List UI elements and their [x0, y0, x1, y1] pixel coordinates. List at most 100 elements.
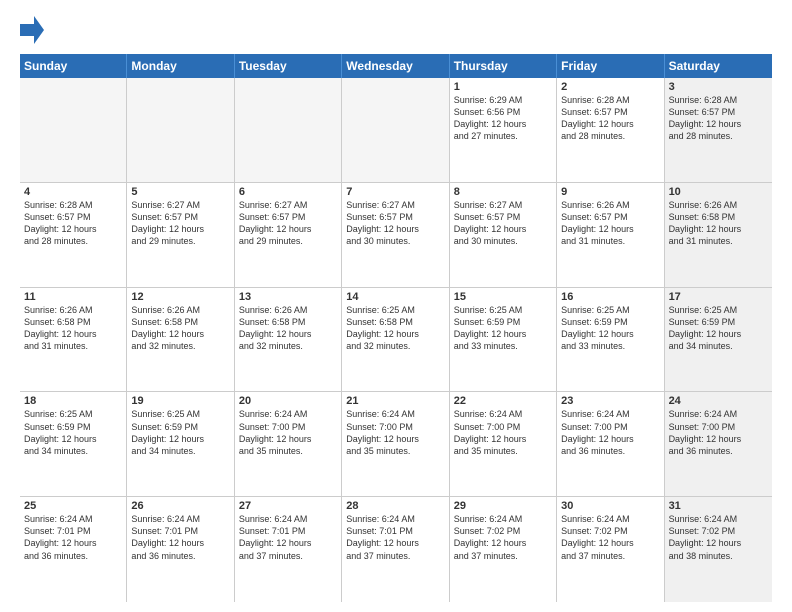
cell-content: Sunrise: 6:25 AM Sunset: 6:59 PM Dayligh…	[24, 408, 122, 457]
day-number: 26	[131, 500, 229, 512]
calendar-cell: 2Sunrise: 6:28 AM Sunset: 6:57 PM Daylig…	[557, 78, 664, 182]
calendar-cell: 9Sunrise: 6:26 AM Sunset: 6:57 PM Daylig…	[557, 183, 664, 287]
cell-content: Sunrise: 6:25 AM Sunset: 6:59 PM Dayligh…	[561, 304, 659, 353]
day-number: 5	[131, 186, 229, 198]
cell-content: Sunrise: 6:28 AM Sunset: 6:57 PM Dayligh…	[669, 94, 768, 143]
calendar-cell: 11Sunrise: 6:26 AM Sunset: 6:58 PM Dayli…	[20, 288, 127, 392]
cell-content: Sunrise: 6:27 AM Sunset: 6:57 PM Dayligh…	[454, 199, 552, 248]
calendar-cell: 30Sunrise: 6:24 AM Sunset: 7:02 PM Dayli…	[557, 497, 664, 602]
page: SundayMondayTuesdayWednesdayThursdayFrid…	[0, 0, 792, 612]
day-number: 10	[669, 186, 768, 198]
header-day-monday: Monday	[127, 54, 234, 78]
day-number: 13	[239, 291, 337, 303]
calendar-row: 25Sunrise: 6:24 AM Sunset: 7:01 PM Dayli…	[20, 497, 772, 602]
cell-content: Sunrise: 6:24 AM Sunset: 7:02 PM Dayligh…	[454, 513, 552, 562]
header-day-saturday: Saturday	[665, 54, 772, 78]
cell-content: Sunrise: 6:26 AM Sunset: 6:58 PM Dayligh…	[669, 199, 768, 248]
cell-content: Sunrise: 6:25 AM Sunset: 6:58 PM Dayligh…	[346, 304, 444, 353]
cell-content: Sunrise: 6:26 AM Sunset: 6:57 PM Dayligh…	[561, 199, 659, 248]
calendar-cell	[235, 78, 342, 182]
header-day-thursday: Thursday	[450, 54, 557, 78]
calendar-cell: 23Sunrise: 6:24 AM Sunset: 7:00 PM Dayli…	[557, 392, 664, 496]
calendar-cell: 28Sunrise: 6:24 AM Sunset: 7:01 PM Dayli…	[342, 497, 449, 602]
calendar: SundayMondayTuesdayWednesdayThursdayFrid…	[20, 54, 772, 602]
day-number: 24	[669, 395, 768, 407]
calendar-cell	[20, 78, 127, 182]
day-number: 25	[24, 500, 122, 512]
cell-content: Sunrise: 6:24 AM Sunset: 7:02 PM Dayligh…	[561, 513, 659, 562]
header-day-sunday: Sunday	[20, 54, 127, 78]
calendar-cell: 26Sunrise: 6:24 AM Sunset: 7:01 PM Dayli…	[127, 497, 234, 602]
cell-content: Sunrise: 6:28 AM Sunset: 6:57 PM Dayligh…	[24, 199, 122, 248]
calendar-cell: 7Sunrise: 6:27 AM Sunset: 6:57 PM Daylig…	[342, 183, 449, 287]
day-number: 22	[454, 395, 552, 407]
day-number: 18	[24, 395, 122, 407]
calendar-cell: 25Sunrise: 6:24 AM Sunset: 7:01 PM Dayli…	[20, 497, 127, 602]
day-number: 31	[669, 500, 768, 512]
calendar-cell: 20Sunrise: 6:24 AM Sunset: 7:00 PM Dayli…	[235, 392, 342, 496]
calendar-cell: 22Sunrise: 6:24 AM Sunset: 7:00 PM Dayli…	[450, 392, 557, 496]
cell-content: Sunrise: 6:27 AM Sunset: 6:57 PM Dayligh…	[346, 199, 444, 248]
cell-content: Sunrise: 6:27 AM Sunset: 6:57 PM Dayligh…	[131, 199, 229, 248]
day-number: 7	[346, 186, 444, 198]
day-number: 29	[454, 500, 552, 512]
cell-content: Sunrise: 6:24 AM Sunset: 7:01 PM Dayligh…	[131, 513, 229, 562]
calendar-cell: 29Sunrise: 6:24 AM Sunset: 7:02 PM Dayli…	[450, 497, 557, 602]
logo-icon	[20, 16, 44, 44]
day-number: 3	[669, 81, 768, 93]
calendar-row: 4Sunrise: 6:28 AM Sunset: 6:57 PM Daylig…	[20, 183, 772, 288]
day-number: 15	[454, 291, 552, 303]
cell-content: Sunrise: 6:24 AM Sunset: 7:00 PM Dayligh…	[346, 408, 444, 457]
header-day-wednesday: Wednesday	[342, 54, 449, 78]
day-number: 2	[561, 81, 659, 93]
cell-content: Sunrise: 6:28 AM Sunset: 6:57 PM Dayligh…	[561, 94, 659, 143]
day-number: 11	[24, 291, 122, 303]
day-number: 6	[239, 186, 337, 198]
header-day-tuesday: Tuesday	[235, 54, 342, 78]
header	[20, 16, 772, 44]
calendar-row: 18Sunrise: 6:25 AM Sunset: 6:59 PM Dayli…	[20, 392, 772, 497]
day-number: 16	[561, 291, 659, 303]
calendar-cell: 21Sunrise: 6:24 AM Sunset: 7:00 PM Dayli…	[342, 392, 449, 496]
logo	[20, 16, 46, 44]
calendar-cell: 27Sunrise: 6:24 AM Sunset: 7:01 PM Dayli…	[235, 497, 342, 602]
cell-content: Sunrise: 6:24 AM Sunset: 7:00 PM Dayligh…	[561, 408, 659, 457]
day-number: 21	[346, 395, 444, 407]
day-number: 4	[24, 186, 122, 198]
calendar-header: SundayMondayTuesdayWednesdayThursdayFrid…	[20, 54, 772, 78]
calendar-cell: 1Sunrise: 6:29 AM Sunset: 6:56 PM Daylig…	[450, 78, 557, 182]
day-number: 1	[454, 81, 552, 93]
day-number: 28	[346, 500, 444, 512]
day-number: 30	[561, 500, 659, 512]
day-number: 23	[561, 395, 659, 407]
calendar-cell: 14Sunrise: 6:25 AM Sunset: 6:58 PM Dayli…	[342, 288, 449, 392]
cell-content: Sunrise: 6:24 AM Sunset: 7:01 PM Dayligh…	[239, 513, 337, 562]
calendar-cell: 15Sunrise: 6:25 AM Sunset: 6:59 PM Dayli…	[450, 288, 557, 392]
day-number: 8	[454, 186, 552, 198]
calendar-cell: 3Sunrise: 6:28 AM Sunset: 6:57 PM Daylig…	[665, 78, 772, 182]
cell-content: Sunrise: 6:26 AM Sunset: 6:58 PM Dayligh…	[24, 304, 122, 353]
day-number: 9	[561, 186, 659, 198]
header-day-friday: Friday	[557, 54, 664, 78]
calendar-cell: 19Sunrise: 6:25 AM Sunset: 6:59 PM Dayli…	[127, 392, 234, 496]
day-number: 14	[346, 291, 444, 303]
calendar-cell: 4Sunrise: 6:28 AM Sunset: 6:57 PM Daylig…	[20, 183, 127, 287]
cell-content: Sunrise: 6:24 AM Sunset: 7:02 PM Dayligh…	[669, 513, 768, 562]
calendar-cell: 16Sunrise: 6:25 AM Sunset: 6:59 PM Dayli…	[557, 288, 664, 392]
day-number: 17	[669, 291, 768, 303]
calendar-cell: 6Sunrise: 6:27 AM Sunset: 6:57 PM Daylig…	[235, 183, 342, 287]
calendar-cell: 13Sunrise: 6:26 AM Sunset: 6:58 PM Dayli…	[235, 288, 342, 392]
cell-content: Sunrise: 6:25 AM Sunset: 6:59 PM Dayligh…	[454, 304, 552, 353]
cell-content: Sunrise: 6:25 AM Sunset: 6:59 PM Dayligh…	[131, 408, 229, 457]
day-number: 20	[239, 395, 337, 407]
calendar-row: 11Sunrise: 6:26 AM Sunset: 6:58 PM Dayli…	[20, 288, 772, 393]
cell-content: Sunrise: 6:29 AM Sunset: 6:56 PM Dayligh…	[454, 94, 552, 143]
cell-content: Sunrise: 6:24 AM Sunset: 7:01 PM Dayligh…	[24, 513, 122, 562]
day-number: 27	[239, 500, 337, 512]
calendar-row: 1Sunrise: 6:29 AM Sunset: 6:56 PM Daylig…	[20, 78, 772, 183]
cell-content: Sunrise: 6:24 AM Sunset: 7:00 PM Dayligh…	[669, 408, 768, 457]
calendar-cell: 18Sunrise: 6:25 AM Sunset: 6:59 PM Dayli…	[20, 392, 127, 496]
calendar-cell: 8Sunrise: 6:27 AM Sunset: 6:57 PM Daylig…	[450, 183, 557, 287]
day-number: 19	[131, 395, 229, 407]
calendar-cell	[127, 78, 234, 182]
